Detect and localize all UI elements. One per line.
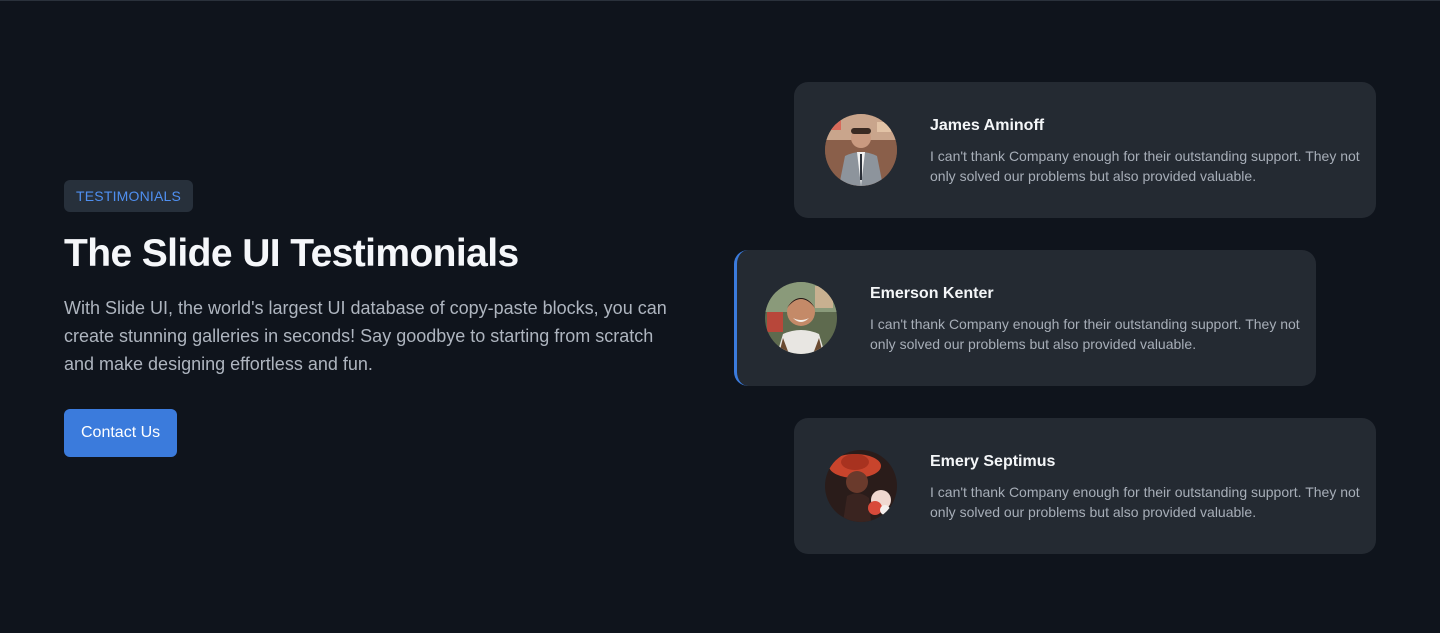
avatar (825, 450, 897, 522)
testimonial-name: James Aminoff (930, 117, 1045, 134)
testimonial-name: Emery Septimus (930, 453, 1056, 470)
hero-description: With Slide UI, the world's largest UI da… (64, 298, 667, 374)
page-title: The Slide UI Testimonials (64, 232, 519, 275)
avatar (825, 114, 897, 186)
hero-content: TESTIMONIALS The Slide UI Testimonials W… (64, 180, 674, 457)
section-badge: TESTIMONIALS (64, 180, 194, 212)
testimonial-quote: I can't thank Company enough for their o… (930, 148, 1360, 184)
avatar (765, 282, 837, 354)
testimonial-card[interactable]: Emery Septimus I can't thank Company eno… (794, 418, 1376, 554)
testimonial-card-active[interactable]: Emerson Kenter I can't thank Company eno… (734, 250, 1316, 386)
testimonial-card[interactable]: James Aminoff I can't thank Company enou… (794, 82, 1376, 218)
testimonial-name: Emerson Kenter (870, 285, 994, 302)
testimonial-quote: I can't thank Company enough for their o… (870, 316, 1300, 352)
testimonials-section: TESTIMONIALS The Slide UI Testimonials W… (0, 0, 1440, 633)
testimonial-quote: I can't thank Company enough for their o… (930, 484, 1360, 520)
contact-us-button[interactable]: Contact Us (64, 409, 178, 457)
